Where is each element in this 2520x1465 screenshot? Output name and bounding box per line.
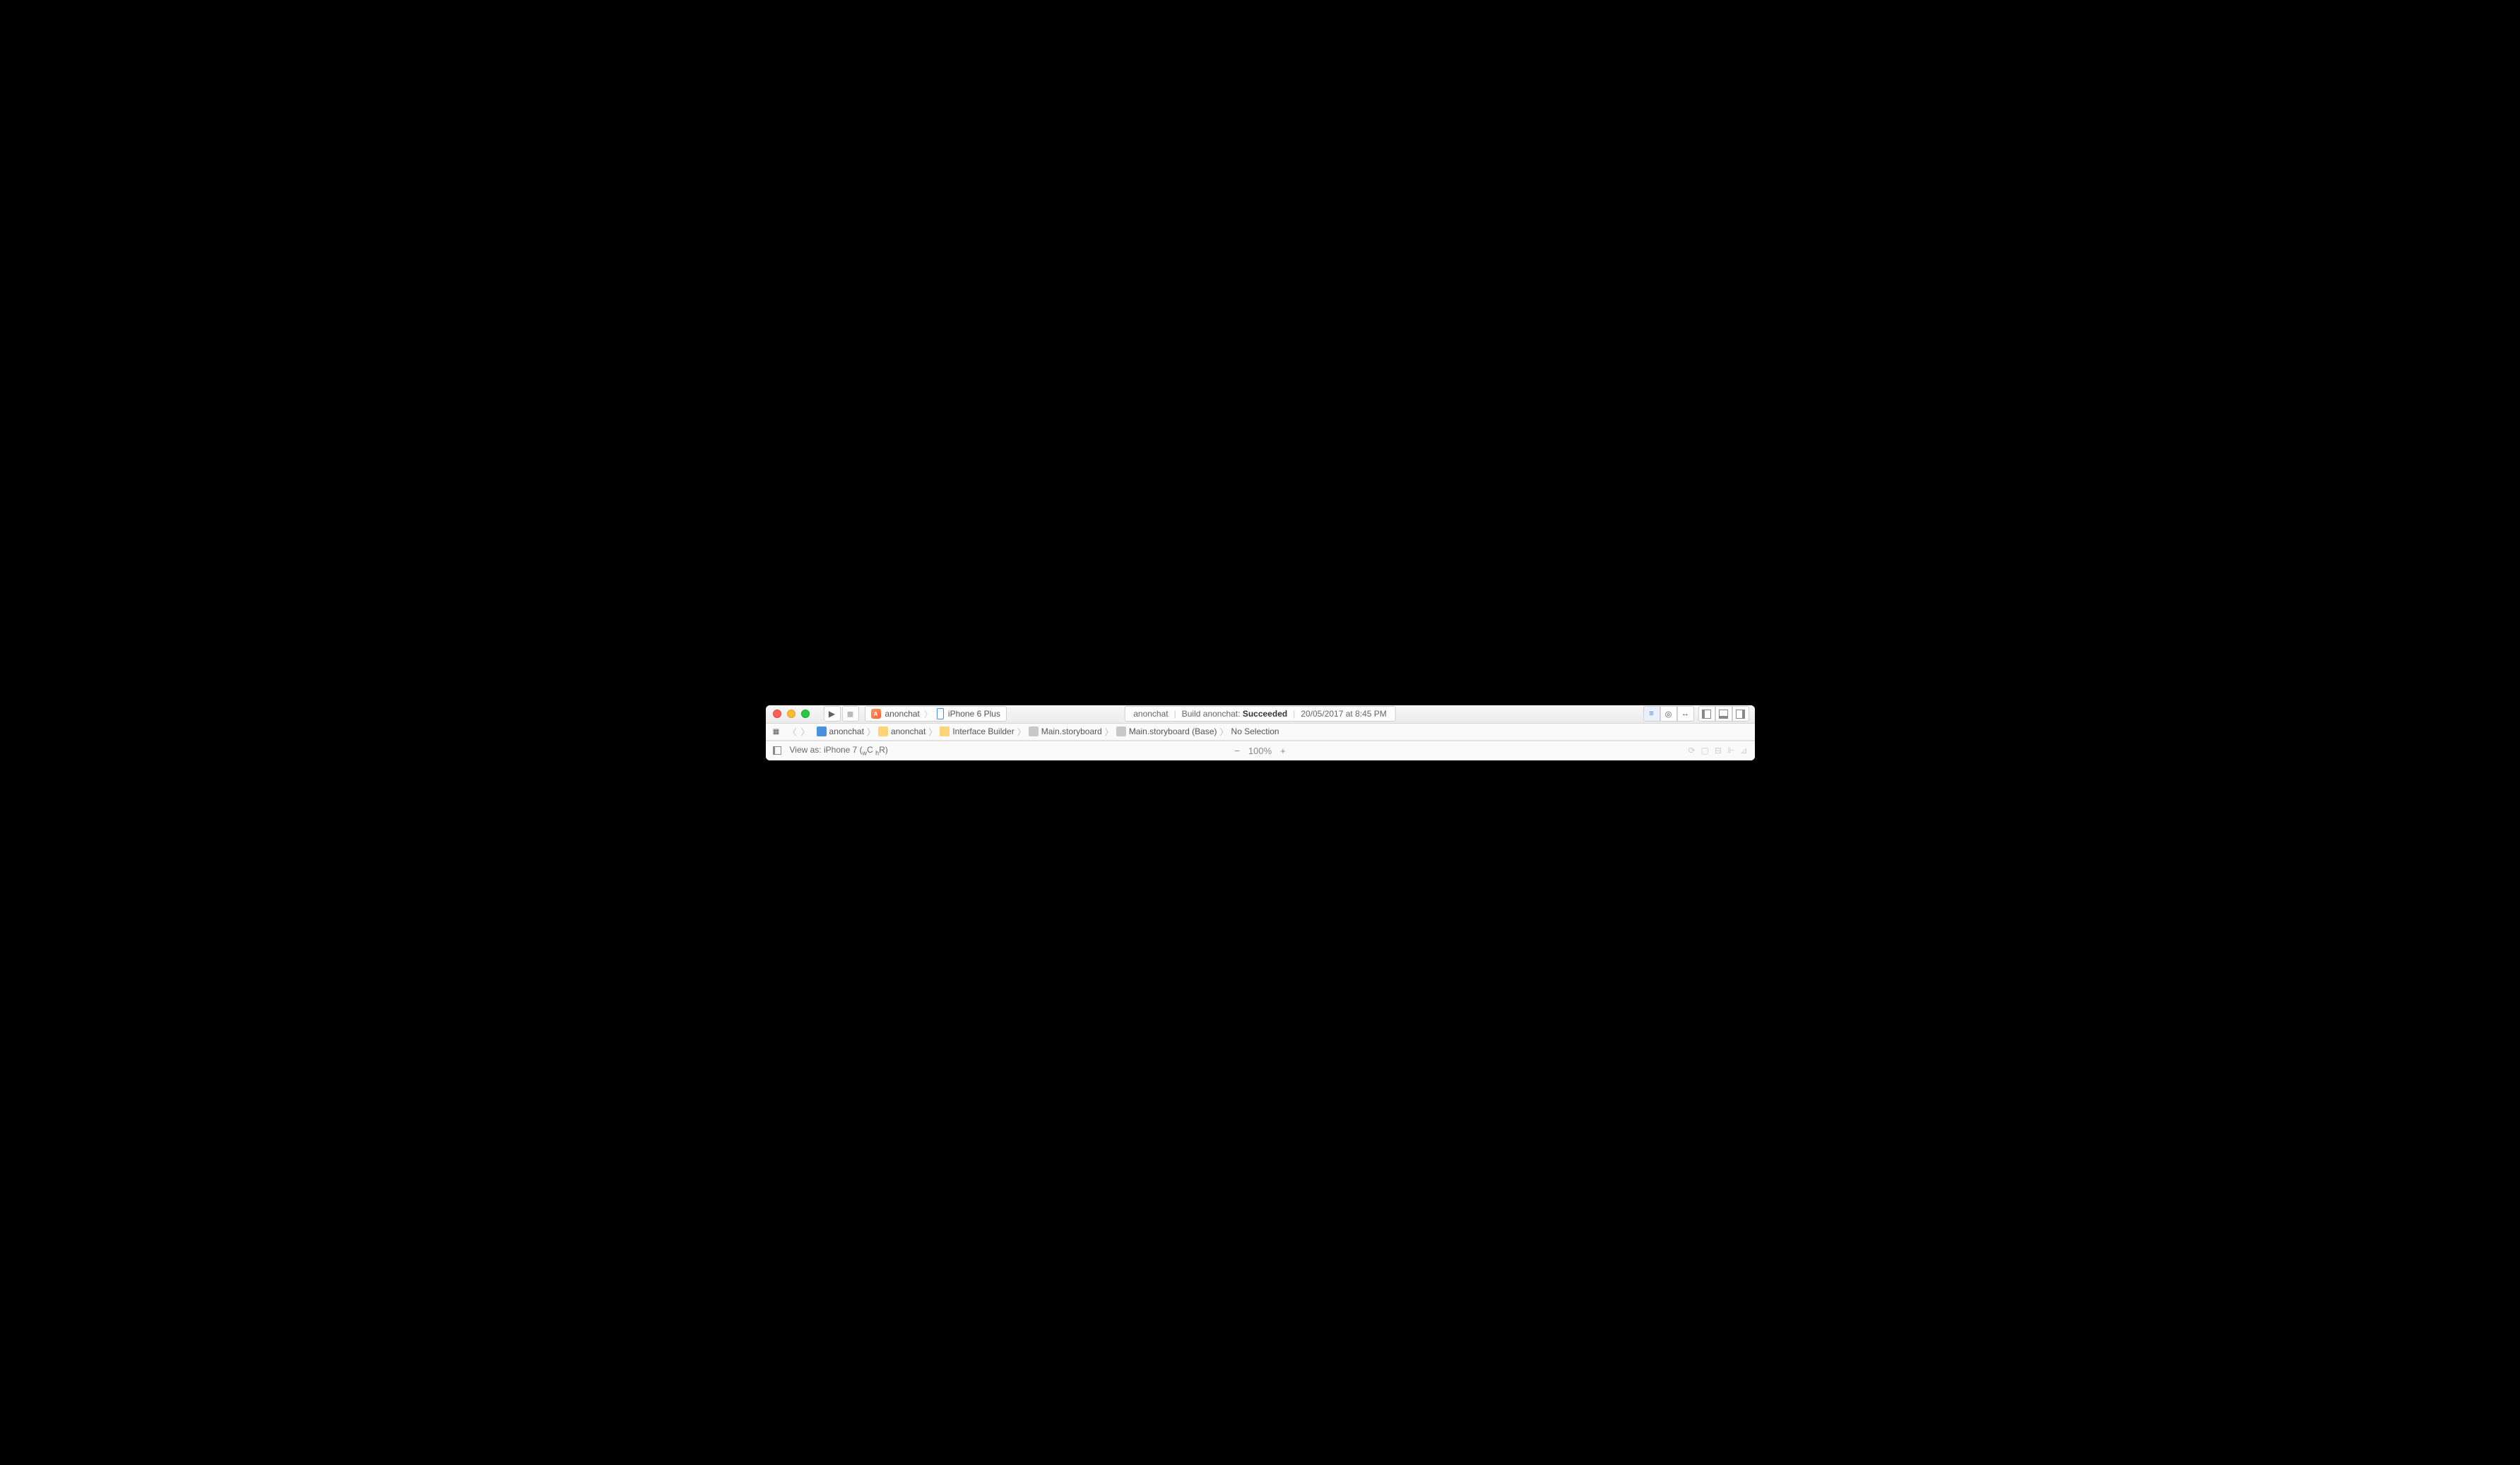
- view-as-selector[interactable]: View as: iPhone 7 (wC hR): [790, 745, 888, 756]
- close-window-button[interactable]: [773, 710, 781, 718]
- stop-button[interactable]: ◼: [842, 706, 859, 722]
- layout-tools: ⟳ ▢ ⊟ ⊩ ⊿: [1688, 746, 1748, 755]
- toggle-debug-button[interactable]: [1715, 706, 1732, 722]
- document-outline-toggle[interactable]: [773, 746, 781, 755]
- run-button[interactable]: ▶: [824, 706, 841, 722]
- related-items-icon[interactable]: ▦: [771, 726, 781, 736]
- folder-icon: [878, 726, 888, 736]
- view-as-label: View as: iPhone 7 (: [790, 745, 863, 755]
- scheme-selector[interactable]: A anonchat 〉 iPhone 6 Plus: [865, 706, 1007, 722]
- device-icon: [937, 708, 944, 719]
- panel-right-icon: [1736, 710, 1745, 719]
- arrows-icon: ↔: [1681, 710, 1689, 718]
- jump-bar: ▦ 〈 〉 anonchat 〉 anonchat 〉 Interface Bu…: [766, 724, 1755, 741]
- stop-icon: ◼: [847, 709, 854, 719]
- panel-bottom-icon: [1719, 710, 1728, 719]
- minimize-window-button[interactable]: [787, 710, 795, 718]
- project-doc-icon: [817, 726, 827, 736]
- version-editor-button[interactable]: ↔: [1677, 706, 1694, 722]
- venn-icon: ◎: [1665, 710, 1672, 719]
- align-button[interactable]: ⊟: [1715, 746, 1722, 755]
- scheme-name: anonchat: [885, 709, 920, 719]
- standard-editor-button[interactable]: ≡: [1643, 706, 1660, 722]
- folder-icon: [940, 726, 950, 736]
- breadcrumb-label: anonchat: [891, 726, 925, 736]
- toggle-utilities-button[interactable]: [1732, 706, 1749, 722]
- activity-status[interactable]: anonchat | Build anonchat: Succeeded | 2…: [1124, 706, 1396, 722]
- play-icon: ▶: [829, 709, 835, 719]
- device-name: iPhone 6 Plus: [948, 709, 1000, 719]
- toggle-navigator-button[interactable]: [1698, 706, 1715, 722]
- zoom-in-button[interactable]: +: [1280, 746, 1286, 756]
- breadcrumb-folder-1[interactable]: anonchat: [878, 726, 925, 736]
- assistant-editor-button[interactable]: ◎: [1660, 706, 1677, 722]
- breadcrumb-label: Main.storyboard: [1041, 726, 1102, 736]
- zoom-window-button[interactable]: [801, 710, 810, 718]
- jump-forward-button[interactable]: 〉: [801, 726, 810, 738]
- chevron-right-icon: 〉: [924, 708, 933, 720]
- breadcrumb-folder-2[interactable]: Interface Builder: [940, 726, 1014, 736]
- breadcrumb-selection[interactable]: No Selection: [1231, 726, 1279, 736]
- status-timestamp: 20/05/2017 at 8:45 PM: [1301, 709, 1386, 719]
- file-icon: [1029, 726, 1039, 736]
- project-icon: A: [871, 709, 881, 719]
- status-result: Succeeded: [1243, 709, 1287, 719]
- panel-left-icon: [1702, 710, 1711, 719]
- zoom-value: 100%: [1248, 746, 1272, 756]
- resolve-issues-button[interactable]: ⊿: [1740, 746, 1747, 755]
- breadcrumb-file-1[interactable]: Main.storyboard: [1029, 726, 1102, 736]
- zoom-controls: − 100% +: [1234, 746, 1285, 756]
- update-frames-button[interactable]: ⟳: [1688, 746, 1696, 755]
- jump-back-button[interactable]: 〈: [788, 726, 797, 738]
- breadcrumb-label: anonchat: [829, 726, 864, 736]
- status-action: Build anonchat:: [1182, 709, 1241, 719]
- breadcrumb-label: Interface Builder: [952, 726, 1014, 736]
- toolbar-right: ≡ ◎ ↔: [1643, 706, 1749, 722]
- window-controls: [773, 710, 810, 718]
- embed-in-button[interactable]: ▢: [1701, 746, 1709, 755]
- lines-icon: ≡: [1649, 710, 1653, 718]
- breadcrumb-label: No Selection: [1231, 726, 1279, 736]
- status-project: anonchat: [1133, 709, 1168, 719]
- breadcrumb-label: Main.storyboard (Base): [1129, 726, 1217, 736]
- breadcrumb-file-2[interactable]: Main.storyboard (Base): [1116, 726, 1217, 736]
- xcode-window: ▶ ◼ A anonchat 〉 iPhone 6 Plus anonchat …: [766, 705, 1755, 760]
- zoom-out-button[interactable]: −: [1234, 746, 1240, 756]
- bottom-bar: View as: iPhone 7 (wC hR) − 100% + ⟳ ▢ ⊟…: [766, 741, 1755, 760]
- pin-button[interactable]: ⊩: [1727, 746, 1734, 755]
- breadcrumb-project[interactable]: anonchat: [817, 726, 864, 736]
- file-icon: [1116, 726, 1126, 736]
- titlebar: ▶ ◼ A anonchat 〉 iPhone 6 Plus anonchat …: [766, 705, 1755, 724]
